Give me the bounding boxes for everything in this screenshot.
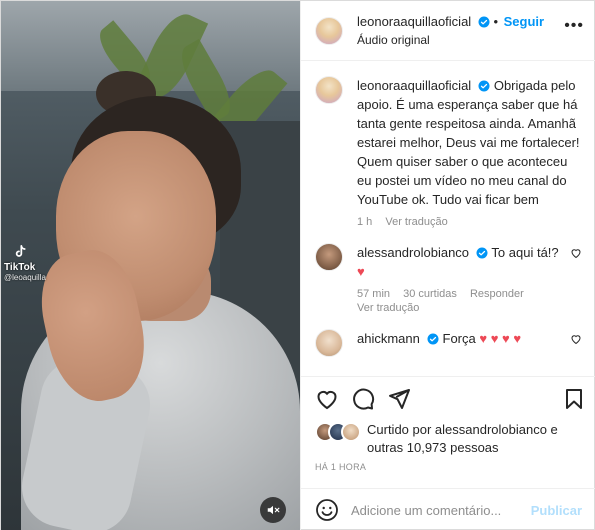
post-side-panel: leonoraaquillaoficial • Seguir Áudio ori… [300,1,595,530]
save-bookmark-icon[interactable] [562,387,586,411]
liker-avatar [341,422,361,442]
post-timestamp[interactable]: Há 1 hora [315,462,366,472]
comment: alessandrolobianco To aqui tá!? ♥ 57 min… [315,243,582,315]
caption-username[interactable]: leonoraaquillaoficial [357,78,471,93]
verified-badge-icon [427,333,439,345]
add-comment-input[interactable]: Adicione um comentário... [351,503,531,518]
likes-summary: Curtido por alessandrolobianco e outras … [315,421,582,457]
caption-time[interactable]: 1 h [357,216,372,228]
publish-button[interactable]: Publicar [531,503,582,518]
comment-text: Força [442,331,476,346]
likes-text[interactable]: Curtido por alessandrolobianco e outras … [367,421,582,457]
comment-username[interactable]: ahickmann [357,331,420,346]
like-comment-heart-icon[interactable] [570,247,582,259]
author-username[interactable]: leonoraaquillaoficial [357,14,471,29]
caption-author-avatar[interactable] [315,76,343,104]
instagram-post: TikTok @leoaquilla leonoraaquillaoficial [0,0,595,530]
caption-text: Obrigada pelo apoio. É uma esperança sab… [357,78,580,207]
follow-separator: • [493,13,499,29]
like-comment-heart-icon[interactable] [570,333,582,345]
share-send-icon[interactable] [387,387,411,411]
tiktok-watermark: TikTok @leoaquilla [4,244,46,282]
comment-bubble-icon[interactable] [351,387,375,411]
speaker-muted-icon [267,505,280,515]
mute-button[interactable] [260,497,286,523]
verified-badge-icon [476,247,488,259]
original-audio-link[interactable]: Áudio original [357,31,544,49]
comments-section: leonoraaquillaoficial Obrigada pelo apoi… [301,62,595,372]
verified-badge-icon [478,80,490,92]
comment-username[interactable]: alessandrolobianco [357,245,469,260]
comment-time[interactable]: 57 min [357,288,390,300]
liker-avatars [315,421,361,443]
add-comment-bar: Adicione um comentário... Publicar [301,488,595,530]
reply-button[interactable]: Responder [470,288,524,300]
comment-translate-link[interactable]: Ver tradução [357,302,419,314]
like-heart-icon[interactable] [315,387,339,411]
author-avatar[interactable] [315,16,343,45]
comment-avatar[interactable] [315,329,343,357]
author-info: leonoraaquillaoficial • Seguir Áudio ori… [357,13,544,49]
post-header: leonoraaquillaoficial • Seguir Áudio ori… [301,1,595,61]
comment-heart-emoji: ♥ [357,264,365,279]
verified-badge-icon [478,16,490,27]
caption: leonoraaquillaoficial Obrigada pelo apoi… [315,76,582,229]
more-options-button[interactable]: ••• [564,17,584,35]
comment-hearts-emoji: ♥ ♥ ♥ ♥ [479,331,522,346]
follow-button[interactable]: Seguir [504,14,544,29]
comment-avatar[interactable] [315,243,343,271]
tiktok-brand: TikTok [4,262,36,273]
post-video[interactable]: TikTok @leoaquilla [1,1,300,530]
tiktok-handle: @leoaquilla [4,273,46,282]
emoji-smiley-icon[interactable] [315,498,339,522]
tiktok-logo-icon [15,245,26,257]
caption-translate-link[interactable]: Ver tradução [385,216,447,228]
action-bar [301,376,595,420]
comment: ahickmann Força ♥ ♥ ♥ ♥ [315,329,582,357]
comment-text: To aqui tá!? [491,245,559,260]
comment-likes[interactable]: 30 curtidas [403,288,457,300]
